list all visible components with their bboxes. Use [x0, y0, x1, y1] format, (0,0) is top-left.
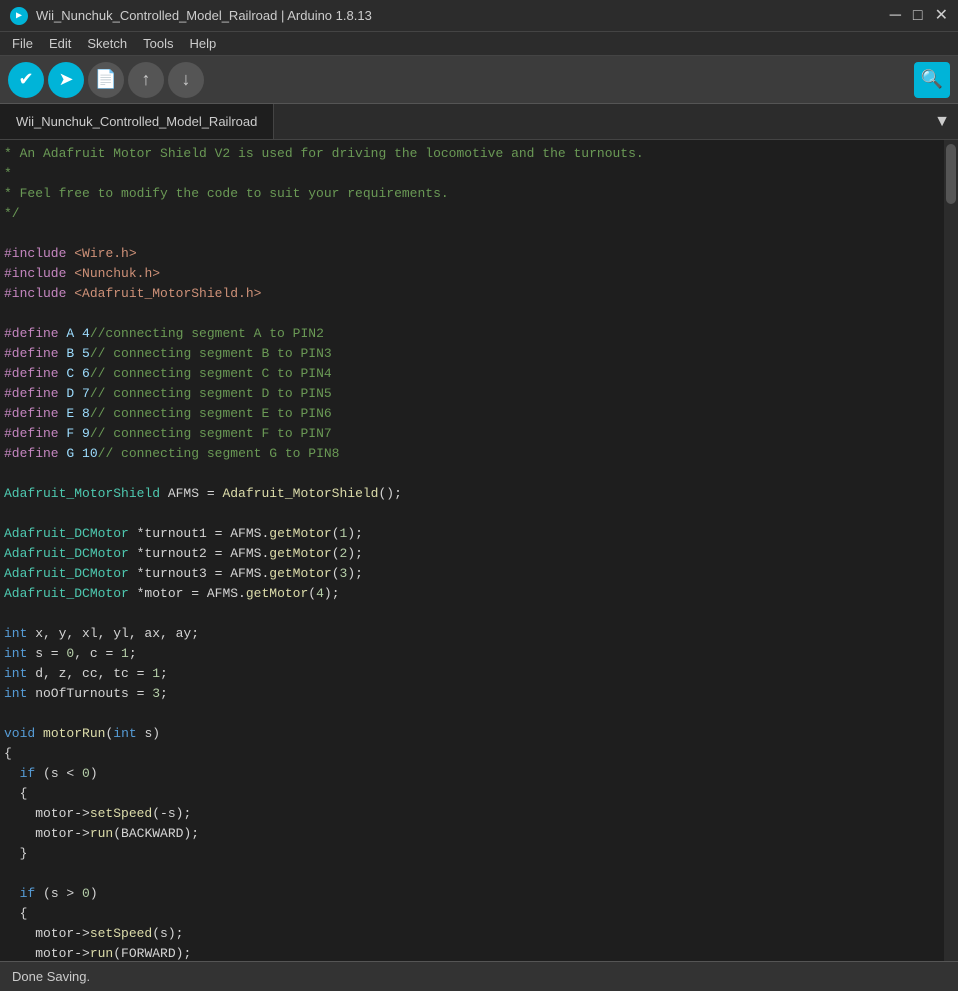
search-button[interactable]: 🔍	[914, 62, 950, 98]
code-line	[0, 704, 944, 724]
code-line: if (s > 0)	[0, 884, 944, 904]
code-line: {	[0, 784, 944, 804]
code-container: * An Adafruit Motor Shield V2 is used fo…	[0, 140, 958, 961]
window-controls: ─ □ ✕	[890, 8, 948, 24]
status-text: Done Saving.	[12, 969, 90, 984]
code-line	[0, 304, 944, 324]
code-line: #include <Adafruit_MotorShield.h>	[0, 284, 944, 304]
minimize-button[interactable]: ─	[890, 8, 901, 24]
code-line: Adafruit_DCMotor *motor = AFMS.getMotor(…	[0, 584, 944, 604]
title-bar-left: ▶ Wii_Nunchuk_Controlled_Model_Railroad …	[10, 7, 372, 25]
code-line: #define A 4//connecting segment A to PIN…	[0, 324, 944, 344]
code-line: void motorRun(int s)	[0, 724, 944, 744]
code-line: */	[0, 204, 944, 224]
code-line	[0, 224, 944, 244]
code-line: #define E 8// connecting segment E to PI…	[0, 404, 944, 424]
code-line: int d, z, cc, tc = 1;	[0, 664, 944, 684]
code-line: {	[0, 904, 944, 924]
code-line: {	[0, 744, 944, 764]
menu-bar: File Edit Sketch Tools Help	[0, 32, 958, 56]
code-line	[0, 864, 944, 884]
close-button[interactable]: ✕	[935, 8, 948, 24]
code-area[interactable]: * An Adafruit Motor Shield V2 is used fo…	[0, 140, 944, 961]
menu-help[interactable]: Help	[181, 34, 224, 53]
code-line	[0, 504, 944, 524]
code-line: Adafruit_MotorShield AFMS = Adafruit_Mot…	[0, 484, 944, 504]
code-line: Adafruit_DCMotor *turnout1 = AFMS.getMot…	[0, 524, 944, 544]
status-bar: Done Saving.	[0, 961, 958, 991]
menu-file[interactable]: File	[4, 34, 41, 53]
code-line: #include <Nunchuk.h>	[0, 264, 944, 284]
code-line: int x, y, xl, yl, ax, ay;	[0, 624, 944, 644]
code-line: * Feel free to modify the code to suit y…	[0, 184, 944, 204]
scrollbar-right[interactable]	[944, 140, 958, 961]
code-line: *	[0, 164, 944, 184]
code-line: motor->run(FORWARD);	[0, 944, 944, 961]
verify-button[interactable]: ✔	[8, 62, 44, 98]
menu-tools[interactable]: Tools	[135, 34, 181, 53]
code-line: #define C 6// connecting segment C to PI…	[0, 364, 944, 384]
code-line: #define F 9// connecting segment F to PI…	[0, 424, 944, 444]
code-line: motor->run(BACKWARD);	[0, 824, 944, 844]
code-line	[0, 604, 944, 624]
new-button[interactable]: 📄	[88, 62, 124, 98]
code-line: motor->setSpeed(-s);	[0, 804, 944, 824]
code-line: #define D 7// connecting segment D to PI…	[0, 384, 944, 404]
toolbar: ✔ ➤ 📄 ↑ ↓ 🔍	[0, 56, 958, 104]
code-line: int noOfTurnouts = 3;	[0, 684, 944, 704]
maximize-button[interactable]: □	[913, 8, 923, 24]
code-line: #define G 10// connecting segment G to P…	[0, 444, 944, 464]
code-line: if (s < 0)	[0, 764, 944, 784]
code-line: }	[0, 844, 944, 864]
app-icon: ▶	[10, 7, 28, 25]
code-line	[0, 464, 944, 484]
title-bar: ▶ Wii_Nunchuk_Controlled_Model_Railroad …	[0, 0, 958, 32]
open-button[interactable]: ↑	[128, 62, 164, 98]
code-line: Adafruit_DCMotor *turnout3 = AFMS.getMot…	[0, 564, 944, 584]
menu-edit[interactable]: Edit	[41, 34, 79, 53]
code-line: int s = 0, c = 1;	[0, 644, 944, 664]
upload-button[interactable]: ➤	[48, 62, 84, 98]
tab-bar: Wii_Nunchuk_Controlled_Model_Railroad ▼	[0, 104, 958, 140]
title-text: Wii_Nunchuk_Controlled_Model_Railroad | …	[36, 8, 372, 23]
menu-sketch[interactable]: Sketch	[79, 34, 135, 53]
active-tab[interactable]: Wii_Nunchuk_Controlled_Model_Railroad	[0, 104, 274, 139]
code-line: motor->setSpeed(s);	[0, 924, 944, 944]
code-line: * An Adafruit Motor Shield V2 is used fo…	[0, 144, 944, 164]
code-line: #define B 5// connecting segment B to PI…	[0, 344, 944, 364]
scrollbar-thumb[interactable]	[946, 144, 956, 204]
tab-dropdown-button[interactable]: ▼	[926, 104, 958, 139]
save-button[interactable]: ↓	[168, 62, 204, 98]
code-line: Adafruit_DCMotor *turnout2 = AFMS.getMot…	[0, 544, 944, 564]
code-line: #include <Wire.h>	[0, 244, 944, 264]
